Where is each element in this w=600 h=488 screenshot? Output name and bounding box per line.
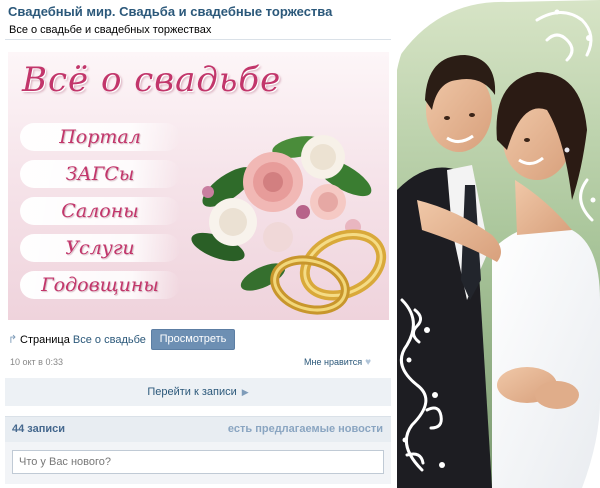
wall-header: 44 записи есть предлагаемые новости bbox=[5, 416, 391, 442]
whats-new-input[interactable] bbox=[12, 450, 384, 474]
banner-title: Всё о свадьбе bbox=[22, 60, 282, 100]
banner-menu-item-portal: Портал bbox=[20, 123, 180, 151]
post-date[interactable]: 10 окт в 0:33 bbox=[10, 357, 63, 367]
banner-menu-item-anniversaries: Годовщины bbox=[20, 271, 180, 299]
arrow-right-icon: ▶ bbox=[241, 387, 249, 397]
suggested-news-link[interactable]: есть предлагаемые новости bbox=[228, 423, 383, 435]
like-button[interactable]: Мне нравится ♥ bbox=[304, 357, 371, 368]
wedding-photo-panel bbox=[397, 0, 600, 488]
wall-column: Свадебный мир. Свадьба и свадебные торже… bbox=[0, 0, 396, 488]
page-title[interactable]: Свадебный мир. Свадьба и свадебные торже… bbox=[8, 4, 332, 19]
page-subtitle: Все о свадьбе и свадебных торжествах bbox=[9, 24, 212, 36]
page-link-icon: ↱ bbox=[8, 334, 18, 346]
post-banner-image[interactable]: Всё о свадьбе Портал ЗАГСы Салоны Услуги… bbox=[8, 52, 389, 320]
divider bbox=[5, 39, 391, 40]
bouquet-and-rings-illustration bbox=[191, 135, 387, 315]
page-link[interactable]: Все о свадьбе bbox=[73, 334, 146, 346]
banner-menu-item-salons: Салоны bbox=[20, 197, 180, 225]
banner-menu-item-zags: ЗАГСы bbox=[20, 160, 180, 188]
like-label: Мне нравится bbox=[304, 357, 363, 367]
page-prefix: Страница bbox=[20, 334, 70, 346]
go-to-post-label: Перейти к записи bbox=[147, 386, 237, 398]
post-composer bbox=[5, 442, 391, 484]
wall-post-count[interactable]: 44 записи bbox=[12, 423, 65, 435]
banner-menu-item-services: Услуги bbox=[20, 234, 180, 262]
view-page-button[interactable]: Просмотреть bbox=[151, 329, 235, 350]
go-to-post-button[interactable]: Перейти к записи ▶ bbox=[5, 378, 391, 406]
heart-icon: ♥ bbox=[365, 357, 372, 368]
wedding-couple-photo bbox=[397, 0, 600, 488]
